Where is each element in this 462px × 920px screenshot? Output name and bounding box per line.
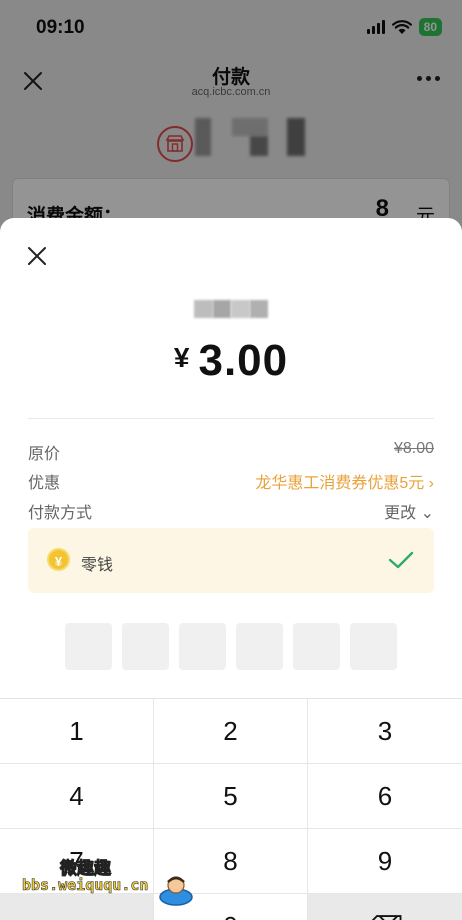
pin-box[interactable]: [350, 623, 397, 670]
price-value: 3.00: [198, 336, 289, 385]
pin-box[interactable]: [293, 623, 340, 670]
key-4[interactable]: 4: [0, 764, 154, 829]
payee-name-redacted: [194, 300, 268, 318]
check-icon: [388, 551, 414, 569]
original-price-row: 原价 ¥8.00: [28, 438, 434, 463]
payment-method-label: 付款方式: [28, 505, 93, 522]
key-2[interactable]: 2: [154, 699, 308, 764]
discount-label: 优惠: [28, 475, 61, 492]
discount-value[interactable]: 龙华惠工消费券优惠5元 ›: [255, 469, 434, 493]
key-6[interactable]: 6: [308, 764, 462, 829]
pin-box[interactable]: [122, 623, 169, 670]
key-9[interactable]: 9: [308, 829, 462, 894]
password-input[interactable]: [65, 623, 397, 670]
pin-box[interactable]: [65, 623, 112, 670]
key-3[interactable]: 3: [308, 699, 462, 764]
pin-box[interactable]: [236, 623, 283, 670]
watermark-url: bbs.weiququ.cn: [22, 876, 149, 895]
watermark: 微趣趣 bbs.weiququ.cn: [22, 848, 202, 908]
backspace-key[interactable]: ⌫: [308, 894, 462, 920]
pin-box[interactable]: [179, 623, 226, 670]
payment-method-row: 付款方式 更改 ⌄: [28, 497, 434, 523]
currency-symbol: ¥: [173, 342, 191, 373]
payment-option-wallet[interactable]: ¥ 零钱: [28, 528, 434, 593]
key-5[interactable]: 5: [154, 764, 308, 829]
payment-option-label: 零钱: [81, 557, 114, 574]
close-icon[interactable]: [26, 245, 48, 267]
original-price-value: ¥8.00: [393, 440, 434, 457]
discount-row[interactable]: 优惠 龙华惠工消费券优惠5元 ›: [28, 467, 434, 493]
coin-icon: ¥: [47, 548, 70, 571]
payment-sheet: ¥3.00 原价 ¥8.00 优惠 龙华惠工消费券优惠5元 › 付款方式 更改 …: [0, 218, 462, 920]
change-payment-button[interactable]: 更改 ⌄: [384, 499, 434, 523]
key-1[interactable]: 1: [0, 699, 154, 764]
divider: [28, 418, 434, 419]
mascot-icon: [159, 876, 193, 906]
original-price-label: 原价: [28, 446, 61, 463]
payment-amount: ¥3.00: [0, 336, 462, 386]
